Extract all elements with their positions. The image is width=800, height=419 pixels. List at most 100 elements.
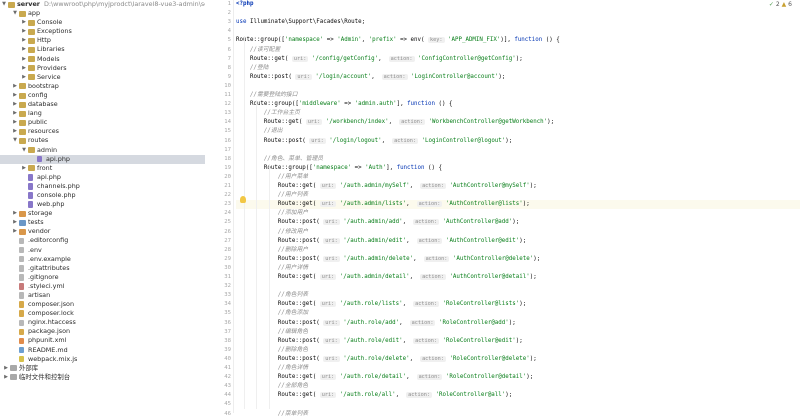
tree-item[interactable]: ▶ lang [0,109,205,118]
code-line[interactable]: //工作台主页 [236,109,800,118]
code-line[interactable]: //用户详情 [236,264,800,273]
tree-item[interactable]: ▶ database [0,100,205,109]
tree-item[interactable]: ▶ tests [0,218,205,227]
tree-item[interactable]: channels.php [0,182,205,191]
tree-item[interactable]: .gitattributes [0,264,205,273]
code-line[interactable]: Route::post( uri: '/login/account', acti… [236,73,800,82]
code-line[interactable]: Route::group(['namespace' => 'Admin', 'p… [236,36,800,45]
tree-item[interactable]: nginx.htaccess [0,318,205,327]
tree-item[interactable]: ▶ 临时文件和控制台 [0,373,205,382]
code-line[interactable]: //用户列表 [236,191,800,200]
code-area[interactable]: <?php use Illuminate\Support\Facades\Rout… [236,0,800,417]
code-line[interactable]: <?php [236,0,800,9]
tree-item[interactable]: ▶ 外部库 [0,364,205,373]
code-line[interactable]: //登陆 [236,64,800,73]
chevron-right-icon[interactable]: ▶ [21,27,27,36]
chevron-down-icon[interactable]: ▼ [21,146,27,155]
code-line[interactable] [236,400,800,409]
chevron-right-icon[interactable]: ▶ [12,218,18,227]
tree-item[interactable]: webpack.mix.js [0,355,205,364]
chevron-right-icon[interactable]: ▶ [21,55,27,64]
code-line[interactable]: //全部角色 [236,382,800,391]
tree-item[interactable]: .gitignore [0,273,205,282]
code-line[interactable]: //删除用户 [236,246,800,255]
lightbulb-icon[interactable] [240,196,246,203]
code-editor[interactable]: 1 2 3 4 5 6 7 8 9 10 11 12 13 14 15 16 17 18 19 20 21 22 23 24 2… [205,0,800,417]
chevron-right-icon[interactable]: ▶ [12,118,18,127]
code-line[interactable]: Route::post( uri: '/auth.role/add', acti… [236,319,800,328]
tree-item[interactable]: artisan [0,291,205,300]
tree-item[interactable]: ▶ front [0,164,205,173]
tree-item[interactable]: ▶ Console [0,18,205,27]
code-line[interactable]: //读可配置 [236,46,800,55]
code-line[interactable]: Route::post( uri: '/login/logout', actio… [236,137,800,146]
code-line[interactable]: //角色添加 [236,309,800,318]
tree-item[interactable]: ▶ Service [0,73,205,82]
code-line[interactable]: Route::get( uri: '/auth.role/all', actio… [236,391,800,400]
code-line[interactable]: //删除角色 [236,346,800,355]
tree-item[interactable]: composer.json [0,300,205,309]
code-line[interactable]: Route::post( uri: '/auth.admin/add', act… [236,218,800,227]
chevron-right-icon[interactable]: ▶ [12,127,18,136]
tree-item[interactable]: ▼ admin [0,146,205,155]
code-line[interactable]: Route::group(['namespace' => 'Auth'], fu… [236,164,800,173]
code-line[interactable]: Route::post( uri: '/auth.role/edit', act… [236,337,800,346]
code-line[interactable]: //需要登陆的接口 [236,91,800,100]
code-line[interactable]: //用户菜单 [236,173,800,182]
code-line[interactable]: Route::get( uri: '/auth.admin/lists', ac… [236,200,800,210]
tree-item[interactable]: ▶ public [0,118,205,127]
chevron-right-icon[interactable]: ▶ [21,73,27,82]
code-line[interactable]: //编辑角色 [236,328,800,337]
code-line[interactable]: Route::post( uri: '/auth.admin/edit', ac… [236,237,800,246]
tree-item[interactable]: ▶ storage [0,209,205,218]
chevron-right-icon[interactable]: ▶ [12,100,18,109]
chevron-right-icon[interactable]: ▶ [12,109,18,118]
chevron-right-icon[interactable]: ▶ [21,64,27,73]
tree-item[interactable]: .env [0,246,205,255]
code-line[interactable]: //角色列表 [236,291,800,300]
tree-item[interactable]: composer.lock [0,309,205,318]
code-line[interactable]: //角色详情 [236,364,800,373]
tree-item[interactable]: .env.example [0,255,205,264]
chevron-right-icon[interactable]: ▶ [3,373,9,382]
code-line[interactable]: Route::post( uri: '/auth.role/delete', a… [236,355,800,364]
code-line[interactable] [236,9,800,18]
code-line[interactable]: Route::get( uri: '/auth.role/lists', act… [236,300,800,309]
tree-item[interactable]: package.json [0,327,205,336]
tree-item[interactable]: ▶ Exceptions [0,27,205,36]
tree-item[interactable]: phpunit.xml [0,336,205,345]
code-line[interactable]: Route::get( uri: '/auth.admin/detail', a… [236,273,800,282]
tree-item[interactable]: web.php [0,200,205,209]
code-line[interactable]: //添加用户 [236,209,800,218]
tree-item[interactable]: ▶ config [0,91,205,100]
tree-item[interactable]: console.php [0,191,205,200]
chevron-down-icon[interactable]: ▼ [1,0,7,9]
chevron-right-icon[interactable]: ▶ [12,91,18,100]
code-line[interactable]: //菜单列表 [236,410,800,419]
code-line[interactable]: //修改用户 [236,228,800,237]
chevron-right-icon[interactable]: ▶ [21,164,27,173]
code-line[interactable]: //退出 [236,127,800,136]
chevron-right-icon[interactable]: ▶ [21,18,27,27]
tree-item[interactable]: ▼ app [0,9,205,18]
code-line[interactable]: //角色、菜单、管理员 [236,155,800,164]
tree-item[interactable]: ▼ routes [0,136,205,145]
code-line[interactable]: use Illuminate\Support\Facades\Route; [236,18,800,27]
tree-item[interactable]: ▶ Models [0,55,205,64]
code-line[interactable] [236,282,800,291]
tree-root[interactable]: ▼ server D:\wwwroot\php\myjprodct\laravel… [0,0,205,9]
code-line[interactable]: Route::group(['middleware' => 'admin.aut… [236,100,800,109]
chevron-down-icon[interactable]: ▼ [12,136,18,145]
tree-item[interactable]: ▶ resources [0,127,205,136]
tree-item[interactable]: README.md [0,346,205,355]
tree-item[interactable]: ▶ Libraries [0,45,205,54]
tree-item[interactable]: ▶ Providers [0,64,205,73]
code-line[interactable]: Route::get( uri: '/workbench/index', act… [236,118,800,127]
tree-item[interactable]: ▶ bootstrap [0,82,205,91]
code-line[interactable]: Route::post( uri: '/auth.admin/delete', … [236,255,800,264]
chevron-down-icon[interactable]: ▼ [12,9,18,18]
code-line[interactable]: Route::get( uri: '/config/getConfig', ac… [236,55,800,64]
code-line[interactable] [236,82,800,91]
code-line[interactable] [236,146,800,155]
tree-item[interactable]: api.php [0,173,205,182]
